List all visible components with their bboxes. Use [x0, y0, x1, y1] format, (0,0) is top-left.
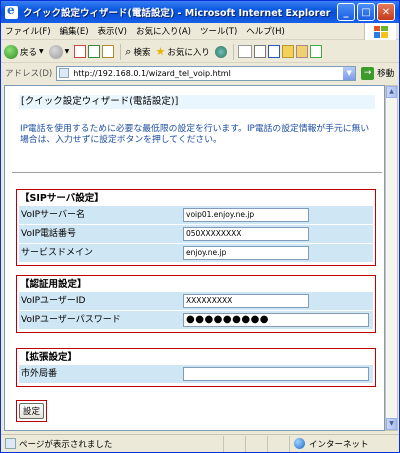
go-button[interactable]: → 移動	[361, 66, 394, 80]
go-arrow-icon: →	[361, 66, 375, 80]
scroll-up-icon[interactable]: ▲	[386, 86, 397, 98]
sip-server-section: 【SIPサーバ設定】 VoIPサーバー名 voip01.enjoy.ne.jp …	[16, 189, 376, 266]
menu-favorites[interactable]: お気に入り(A)	[136, 25, 191, 37]
search-icon: ⌕	[125, 44, 132, 58]
voip-user-input[interactable]: XXXXXXXXX	[183, 294, 309, 308]
maximize-button[interactable]: □	[357, 3, 375, 21]
window-title: クイック設定ウィザード(電話設定) - Microsoft Internet E…	[23, 8, 331, 19]
area-code-label: 市外局番	[21, 369, 58, 379]
security-zone: インターネット	[289, 435, 399, 452]
back-button[interactable]: 戻る ▼	[4, 44, 44, 59]
scroll-down-icon[interactable]: ▼	[386, 418, 397, 430]
voip-server-row: VoIPサーバー名 voip01.enjoy.ne.jp	[19, 206, 373, 224]
auth-section: 【認証用設定】 VoIPユーザーID XXXXXXXXX VoIPユーザーパスワ…	[16, 275, 376, 333]
vertical-scrollbar[interactable]: ▲ ▼	[385, 85, 398, 431]
page-loaded-icon	[5, 438, 16, 449]
star-icon: ★	[155, 45, 166, 58]
extended-section-title: 【拡張設定】	[20, 352, 78, 363]
area-code-row: 市外局番	[19, 365, 373, 383]
menu-file[interactable]: ファイル(F)	[5, 25, 51, 37]
page-icon	[59, 68, 70, 78]
status-text: ページが表示されました	[19, 439, 113, 450]
favorites-button[interactable]: ★ お気に入り	[155, 45, 209, 58]
messenger-icon[interactable]	[295, 45, 308, 58]
voip-password-input[interactable]: ●●●●●●●●●	[183, 313, 369, 327]
refresh-icon[interactable]	[88, 45, 101, 58]
voip-user-label: VoIPユーザーID	[21, 296, 86, 306]
submit-area: 設定	[16, 400, 48, 422]
internet-globe-icon	[294, 438, 305, 449]
minimize-button[interactable]: _	[337, 3, 355, 21]
print-icon[interactable]	[253, 45, 266, 58]
page-description: IP電話を使用するために必要な最低限の設定を行います。IP電話の設定情報が手元に…	[20, 124, 370, 145]
voip-number-label: VoIP電話番号	[21, 229, 77, 239]
close-button[interactable]: ✕	[377, 3, 395, 21]
page-title: [クイック設定ウィザード(電話設定)]	[19, 95, 375, 109]
forward-button[interactable]: ▼	[48, 44, 69, 59]
menu-help[interactable]: ヘルプ(H)	[246, 25, 285, 37]
edit-icon[interactable]	[267, 45, 280, 58]
area-code-input[interactable]	[183, 367, 369, 381]
voip-password-row: VoIPユーザーパスワード ●●●●●●●●●	[19, 311, 373, 329]
voip-server-input[interactable]: voip01.enjoy.ne.jp	[183, 208, 309, 222]
title-bar: クイック設定ウィザード(電話設定) - Microsoft Internet E…	[1, 1, 399, 23]
menu-view[interactable]: 表示(V)	[98, 25, 127, 37]
extended-section: 【拡張設定】 市外局番	[16, 348, 376, 387]
set-button[interactable]: 設定	[19, 403, 45, 419]
mail-icon[interactable]	[237, 45, 252, 58]
address-label: アドレス(D)	[5, 69, 53, 79]
status-bar: ページが表示されました インターネット	[1, 434, 399, 452]
service-domain-label: サービスドメイン	[21, 248, 94, 258]
search-button[interactable]: ⌕ 検索	[125, 45, 150, 59]
service-domain-input[interactable]: enjoy.ne.jp	[183, 246, 309, 260]
home-icon[interactable]	[102, 45, 115, 58]
address-url: http://192.168.0.1/wizard_tel_voip.html	[73, 68, 231, 78]
auth-section-title: 【認証用設定】	[20, 279, 87, 290]
page-content: [クイック設定ウィザード(電話設定)] IP電話を使用するために必要な最低限の設…	[4, 85, 385, 431]
browser-window: クイック設定ウィザード(電話設定) - Microsoft Internet E…	[0, 0, 400, 453]
back-arrow-icon	[4, 44, 18, 59]
ie-icon	[5, 3, 18, 19]
forward-arrow-icon	[48, 44, 63, 59]
divider	[12, 172, 382, 173]
menu-tools[interactable]: ツール(T)	[200, 25, 237, 37]
voip-number-row: VoIP電話番号 050XXXXXXXX	[19, 225, 373, 243]
research-icon[interactable]	[309, 45, 322, 58]
service-domain-row: サービスドメイン enjoy.ne.jp	[19, 244, 373, 262]
stop-icon[interactable]	[74, 45, 87, 58]
address-bar: アドレス(D) http://192.168.0.1/wizard_tel_vo…	[1, 64, 399, 82]
address-input[interactable]: http://192.168.0.1/wizard_tel_voip.html …	[56, 65, 357, 81]
address-dropdown-icon[interactable]: ▼	[343, 66, 356, 80]
voip-user-row: VoIPユーザーID XXXXXXXXX	[19, 292, 373, 310]
voip-password-label: VoIPユーザーパスワード	[21, 315, 121, 325]
voip-server-label: VoIPサーバー名	[21, 210, 85, 220]
voip-number-input[interactable]: 050XXXXXXXX	[183, 227, 309, 241]
toolbar: 戻る ▼ ▼ ⌕ 検索 ★ お気に入り	[1, 41, 399, 63]
menu-bar: ファイル(F) 編集(E) 表示(V) お気に入り(A) ツール(T) ヘルプ(…	[1, 23, 399, 40]
sip-section-title: 【SIPサーバ設定】	[20, 193, 104, 204]
history-icon[interactable]	[214, 45, 227, 58]
windows-logo	[364, 23, 396, 40]
menu-edit[interactable]: 編集(E)	[60, 25, 89, 37]
folder-icon[interactable]	[281, 45, 294, 58]
